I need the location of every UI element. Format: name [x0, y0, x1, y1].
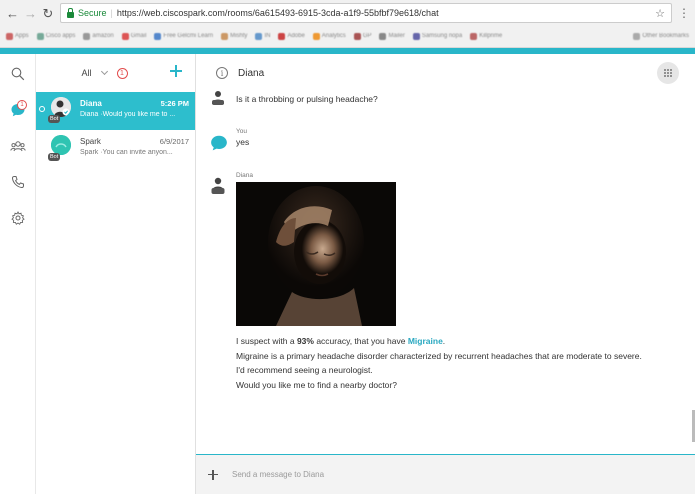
nav-rail: 1 — [0, 54, 36, 494]
message-text: Would you like me to find a nearby docto… — [236, 379, 397, 390]
room-name: Spark — [80, 137, 101, 146]
room-time: 6/9/2017 — [159, 137, 189, 146]
room-name: Diana — [80, 99, 102, 108]
add-room-plus-icon[interactable] — [169, 64, 183, 78]
browser-menu-icon[interactable]: ⋮ — [678, 6, 690, 20]
search-icon[interactable] — [10, 66, 26, 82]
headache-photo[interactable] — [236, 182, 396, 326]
phone-icon[interactable] — [10, 174, 26, 190]
avatar — [210, 90, 226, 106]
conversation-pane: i Diana Is it a throbbing or pulsing hea… — [196, 54, 695, 494]
unread-dot-icon — [39, 106, 45, 112]
room-item-diana[interactable]: Bot Diana 5:26 PM Diana ·Would you like … — [36, 92, 195, 130]
avatar — [51, 97, 71, 117]
bookmark-item[interactable]: Apps — [6, 32, 29, 40]
bookmark-item[interactable]: Free Gelcmi Learn — [154, 32, 213, 40]
message-text: Is it a throbbing or pulsing headache? — [236, 94, 378, 104]
sender-name: Diana — [236, 172, 253, 179]
lock-icon — [67, 7, 74, 18]
bookmark-item[interactable]: Adobe — [278, 32, 305, 40]
bookmark-item[interactable]: Mailer — [379, 32, 405, 40]
message-input[interactable] — [232, 470, 532, 479]
bookmark-item[interactable]: Samsung nopa — [412, 32, 462, 40]
forward-arrow-icon[interactable]: → — [24, 7, 37, 20]
rooms-filter[interactable]: All 1 — [81, 67, 128, 79]
room-time: 5:26 PM — [160, 99, 189, 108]
bot-tag: Bot — [48, 115, 61, 123]
bookmark-item[interactable]: amazon — [83, 32, 114, 40]
sender-name: You — [236, 128, 247, 135]
conversation-title: Diana — [238, 67, 265, 79]
chat-bubble-icon — [210, 134, 227, 151]
address-row: ← → ↻ Secure | https://web.ciscospark.co… — [0, 0, 695, 26]
accuracy-value: 93% — [296, 336, 314, 346]
avatar — [51, 135, 71, 155]
bookmark-item[interactable]: Analytics — [312, 32, 346, 40]
bookmark-item[interactable]: GP — [353, 32, 371, 40]
message-text: Migraine is a primary headache disorder … — [236, 350, 642, 361]
chevron-down-icon — [100, 67, 108, 76]
bookmark-item[interactable]: Cisco apps — [36, 32, 75, 40]
spark-app: 1 All 1 Bot Diana 5:26 PM Diana ·Would y… — [0, 54, 695, 494]
back-arrow-icon[interactable]: ← — [6, 7, 19, 20]
bookmarks-bar: Apps Cisco apps amazon Gmail Free Gelcmi… — [0, 26, 695, 46]
room-preview: Diana ·Would you like me to ... — [80, 111, 176, 118]
room-preview: Spark ·You can invite anyon... — [80, 149, 173, 156]
teams-icon[interactable] — [10, 138, 26, 154]
conversation-header: i Diana — [196, 54, 695, 92]
bookmark-item[interactable]: IN — [255, 32, 270, 40]
message-text: I'd recommend seeing a neurologist. — [236, 365, 373, 375]
grid-icon — [664, 69, 672, 77]
message-composer — [196, 454, 695, 494]
attach-plus-icon[interactable] — [208, 469, 218, 480]
reload-icon[interactable]: ↻ — [42, 7, 54, 20]
avatar — [210, 176, 226, 194]
bookmark-star-icon[interactable]: ☆ — [655, 7, 665, 20]
secure-label: Secure — [78, 8, 107, 18]
unread-count-badge: 1 — [116, 67, 128, 79]
chat-unread-badge: 1 — [17, 100, 27, 110]
room-item-spark[interactable]: Bot Spark 6/9/2017 Spark ·You can invite… — [36, 130, 195, 168]
gear-icon[interactable] — [10, 210, 26, 226]
bookmark-item[interactable]: Mishty — [221, 32, 247, 40]
condition-link[interactable]: Migraine — [408, 336, 443, 346]
apps-grid-button[interactable] — [657, 62, 679, 84]
url-text[interactable]: https://web.ciscospark.com/rooms/6a61549… — [117, 8, 651, 18]
rooms-panel: All 1 Bot Diana 5:26 PM Diana ·Would you… — [36, 54, 196, 494]
bookmark-item[interactable]: Gmail — [121, 32, 146, 40]
browser-chrome: ← → ↻ Secure | https://web.ciscospark.co… — [0, 0, 695, 48]
message-text: yes — [236, 137, 250, 147]
address-bar[interactable]: Secure | https://web.ciscospark.com/room… — [60, 3, 672, 23]
filter-label: All — [81, 68, 92, 78]
other-bookmarks[interactable]: Other Bookmarks — [633, 32, 689, 40]
bookmark-item[interactable]: Killprime — [470, 32, 502, 40]
bot-tag: Bot — [48, 153, 61, 161]
info-icon[interactable]: i — [216, 67, 228, 79]
diagnosis-line: I suspect with a 93% accuracy, that you … — [236, 336, 446, 346]
rooms-header: All 1 — [36, 54, 195, 92]
